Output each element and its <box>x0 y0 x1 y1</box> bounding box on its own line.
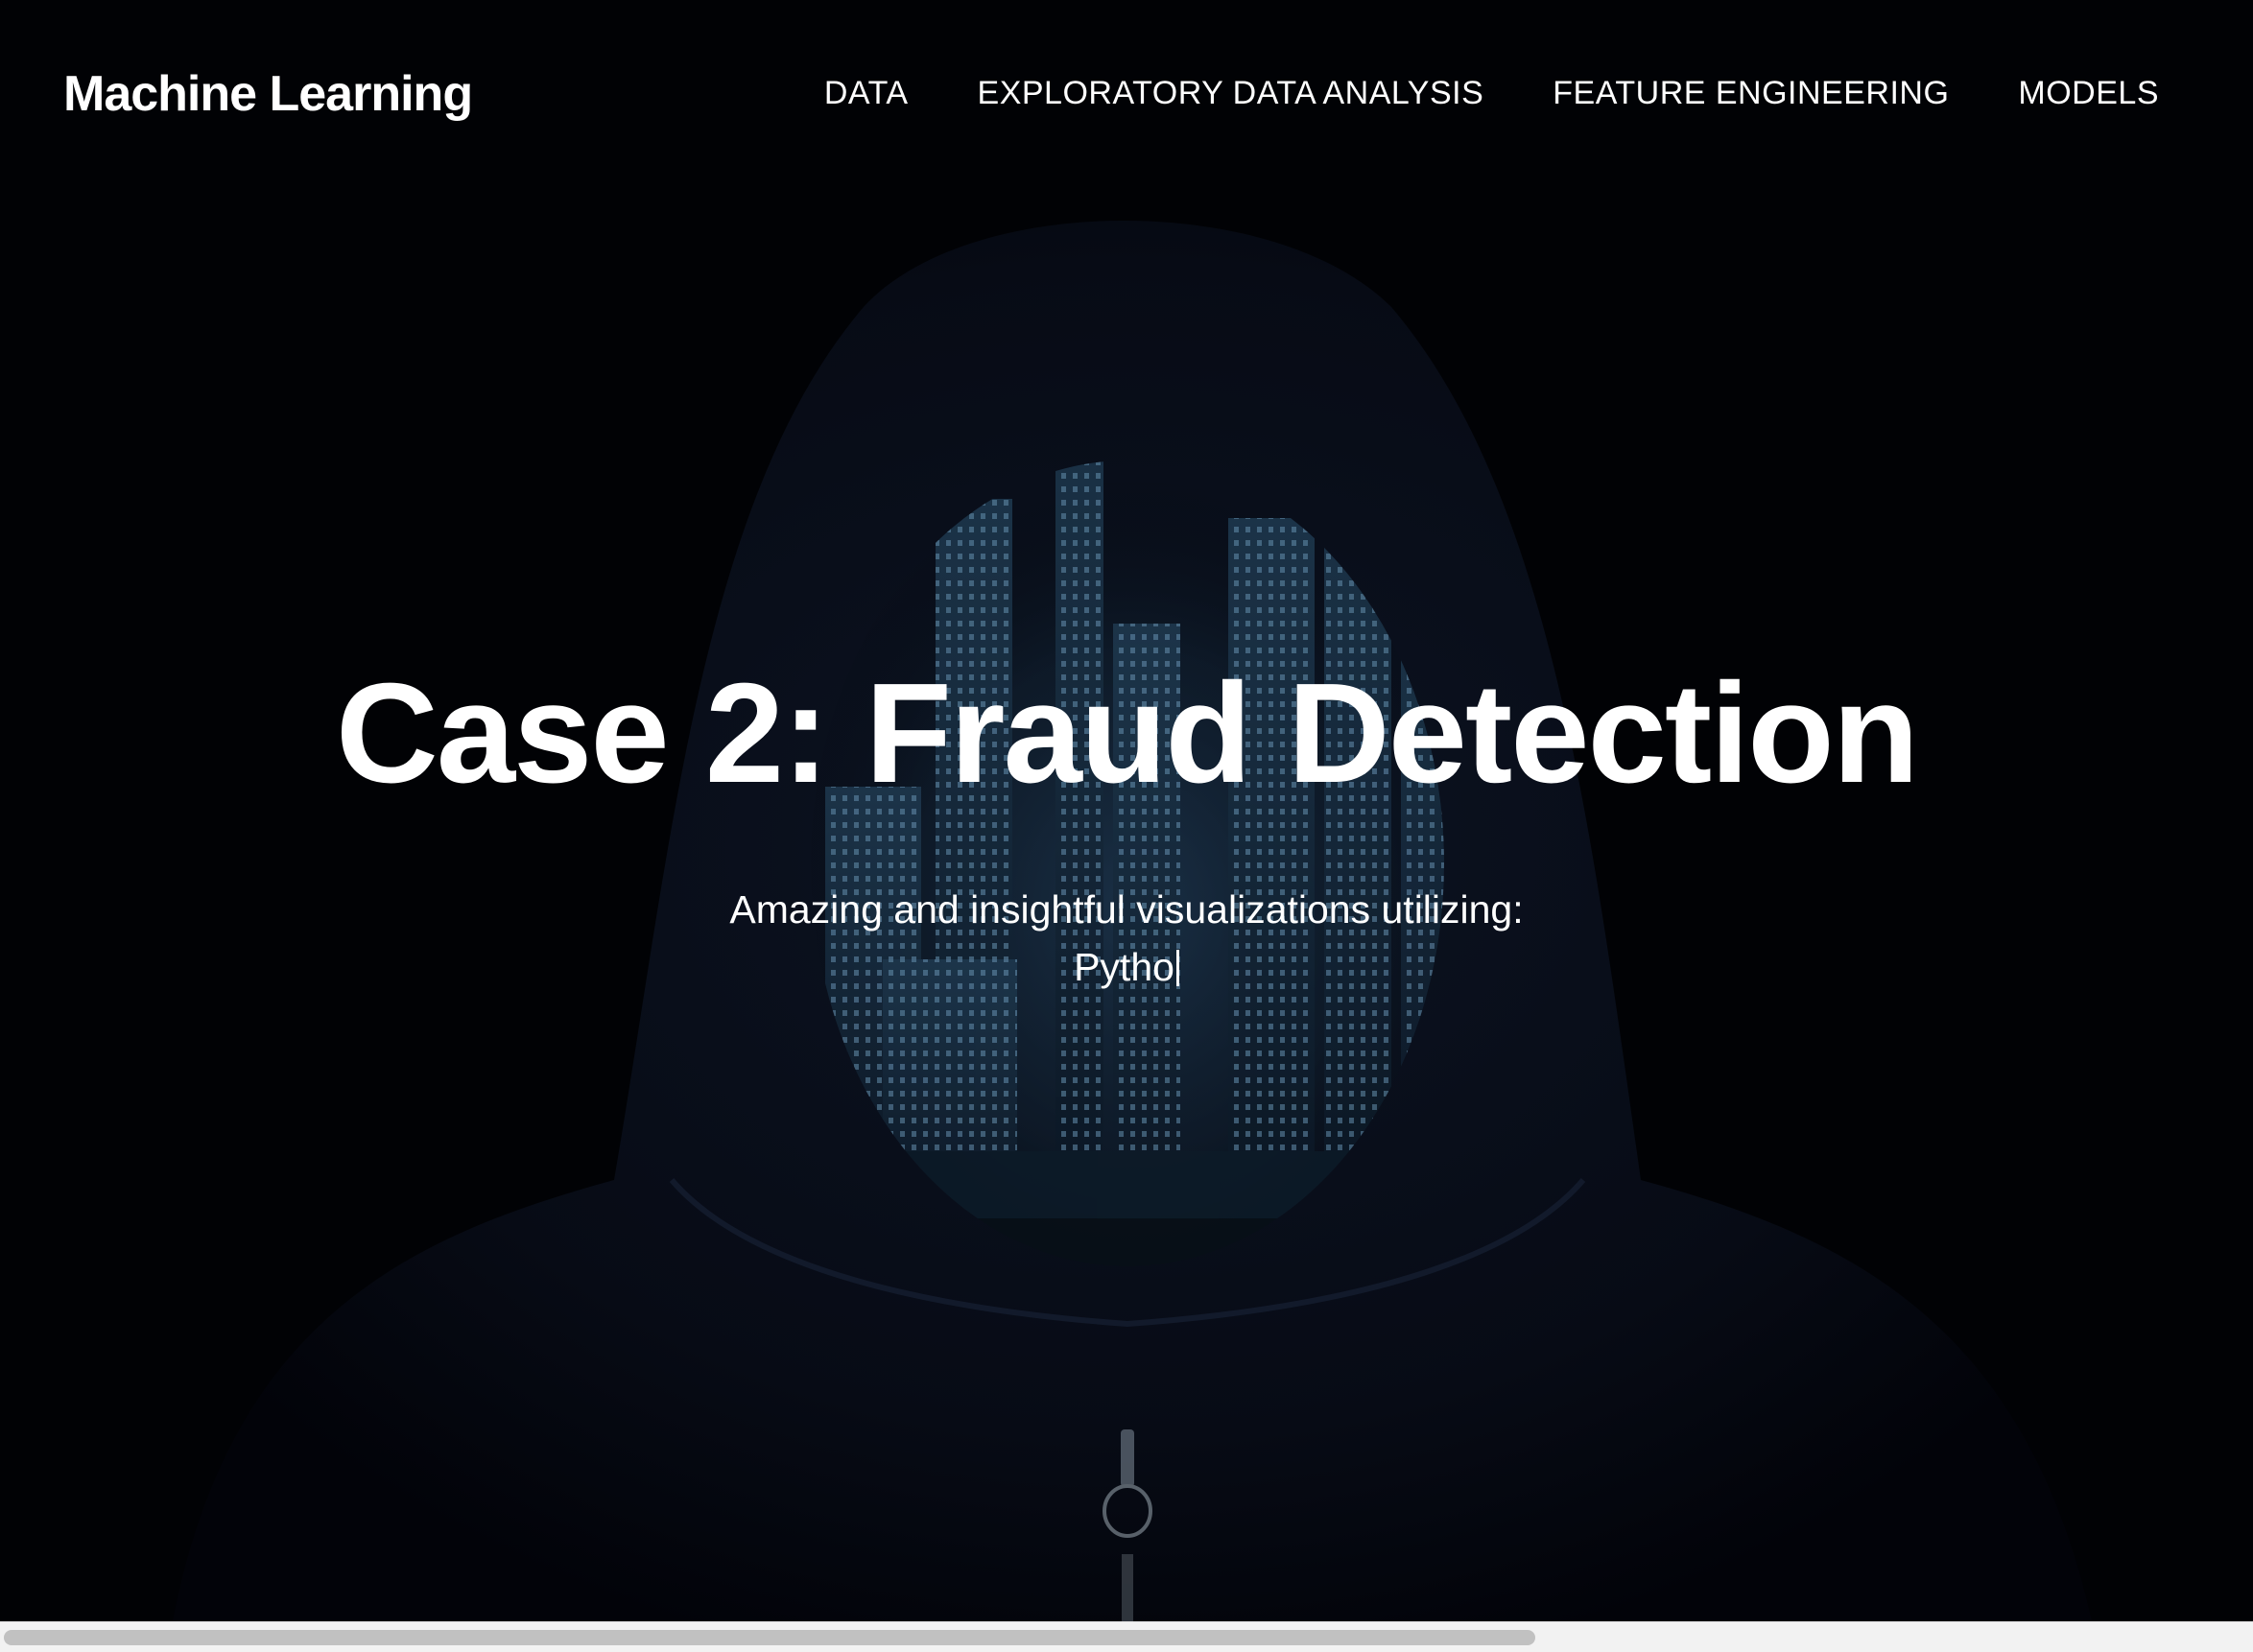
page: Machine Learning DATA EXPLORATORY DATA A… <box>0 0 2253 1652</box>
typed-text-line: Pytho <box>0 940 2253 994</box>
nav-links: DATA EXPLORATORY DATA ANALYSIS FEATURE E… <box>824 75 2159 112</box>
brand-logo-link[interactable]: Machine Learning <box>63 65 473 123</box>
scrollbar-thumb[interactable] <box>4 1630 1535 1645</box>
typed-text: Pytho <box>1074 945 1174 989</box>
horizontal-scrollbar[interactable] <box>0 1621 2253 1652</box>
nav-link-models[interactable]: MODELS <box>2018 75 2159 112</box>
hero-section: Case 2: Fraud Detection Amazing and insi… <box>0 652 2253 994</box>
hero-subtitle: Amazing and insightful visualizations ut… <box>729 887 1524 932</box>
nav-link-exploratory-data-analysis[interactable]: EXPLORATORY DATA ANALYSIS <box>978 75 1484 112</box>
navbar: Machine Learning DATA EXPLORATORY DATA A… <box>0 0 2253 187</box>
hero-title: Case 2: Fraud Detection <box>335 654 1919 813</box>
nav-link-feature-engineering[interactable]: FEATURE ENGINEERING <box>1553 75 1949 112</box>
typing-cursor <box>1175 950 1179 986</box>
nav-link-data[interactable]: DATA <box>824 75 909 112</box>
